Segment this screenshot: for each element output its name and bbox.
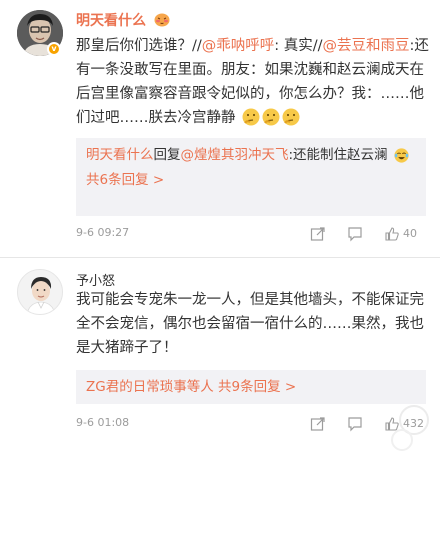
thumbs-up-icon[interactable] xyxy=(384,226,400,242)
comment-text: 我可能会专宠朱一龙一人，但是其他墙头，不能保证完全不会宠信，偶尔也会留宿一宿什么… xyxy=(76,288,430,360)
text-segment: 我可能会专宠朱一龙一人，但是其他墙头，不能保证完全不会宠信，偶尔也会留宿一宿什么… xyxy=(76,292,424,356)
comment-icon[interactable] xyxy=(347,226,363,242)
reply-author[interactable]: ZG君的日常琐事等人 xyxy=(86,379,214,395)
username-text[interactable]: 予小怒 xyxy=(76,274,115,289)
text-segment: 那皇后你们选谁？// xyxy=(76,38,202,54)
avatar[interactable] xyxy=(17,269,63,315)
verified-badge-icon: v xyxy=(47,42,61,56)
share-icon[interactable] xyxy=(310,416,326,432)
comment-username[interactable]: 予小怒 xyxy=(76,270,115,289)
comment-icon[interactable] xyxy=(347,416,363,432)
comment-username[interactable]: 明天看什么 xyxy=(76,10,170,30)
watermark-logo xyxy=(391,405,429,451)
thinking-face-emoji-icon xyxy=(282,108,300,126)
reply-action: 回复 xyxy=(153,147,181,163)
thinking-face-emoji-icon xyxy=(262,108,280,126)
reply-text: :还能制住赵云澜 xyxy=(288,147,388,163)
reply-mention[interactable]: @煌煌其羽冲天飞 xyxy=(181,147,289,163)
username-text[interactable]: 明天看什么 xyxy=(76,13,146,29)
laughing-tears-emoji-icon xyxy=(394,148,409,163)
thinking-face-emoji-icon xyxy=(242,108,260,126)
comment-timestamp: 9-6 01:08 xyxy=(76,416,130,429)
reply-preview-box[interactable]: 明天看什么回复@煌煌其羽冲天飞:还能制住赵云澜 共6条回复 > xyxy=(76,138,426,216)
mention-link[interactable]: @乖呐呼呼 xyxy=(202,38,275,54)
comment-actions: 40 xyxy=(310,226,430,242)
more-replies-link[interactable]: 共9条回复 > xyxy=(218,379,296,395)
mention-link[interactable]: @芸豆和雨豆 xyxy=(323,38,410,54)
comment-meta: 9-6 09:27 40 xyxy=(76,226,430,242)
reply-author[interactable]: 明天看什么 xyxy=(86,147,154,163)
reply-preview-box[interactable]: ZG君的日常琐事等人 共9条回复 > xyxy=(76,370,426,404)
text-segment: : 真实// xyxy=(274,38,323,54)
like-count: 40 xyxy=(403,227,417,240)
more-replies-link[interactable]: 共6条回复 > xyxy=(86,169,416,191)
comment-item-2: 予小怒 我可能会专宠朱一龙一人，但是其他墙头，不能保证完全不会宠信，偶尔也会留宿… xyxy=(0,258,440,448)
blush-face-icon xyxy=(154,13,170,27)
comment-meta: 9-6 01:08 432 xyxy=(76,416,430,432)
comment-text: 那皇后你们选谁？//@乖呐呼呼: 真实//@芸豆和雨豆:还有一条没敢写在里面。朋… xyxy=(76,34,430,130)
comment-timestamp: 9-6 09:27 xyxy=(76,226,130,239)
comment-item-1: v 明天看什么 那皇后你们选谁？//@乖呐呼呼: 真实//@芸豆和雨豆:还有一条… xyxy=(0,0,440,258)
share-icon[interactable] xyxy=(310,226,326,242)
